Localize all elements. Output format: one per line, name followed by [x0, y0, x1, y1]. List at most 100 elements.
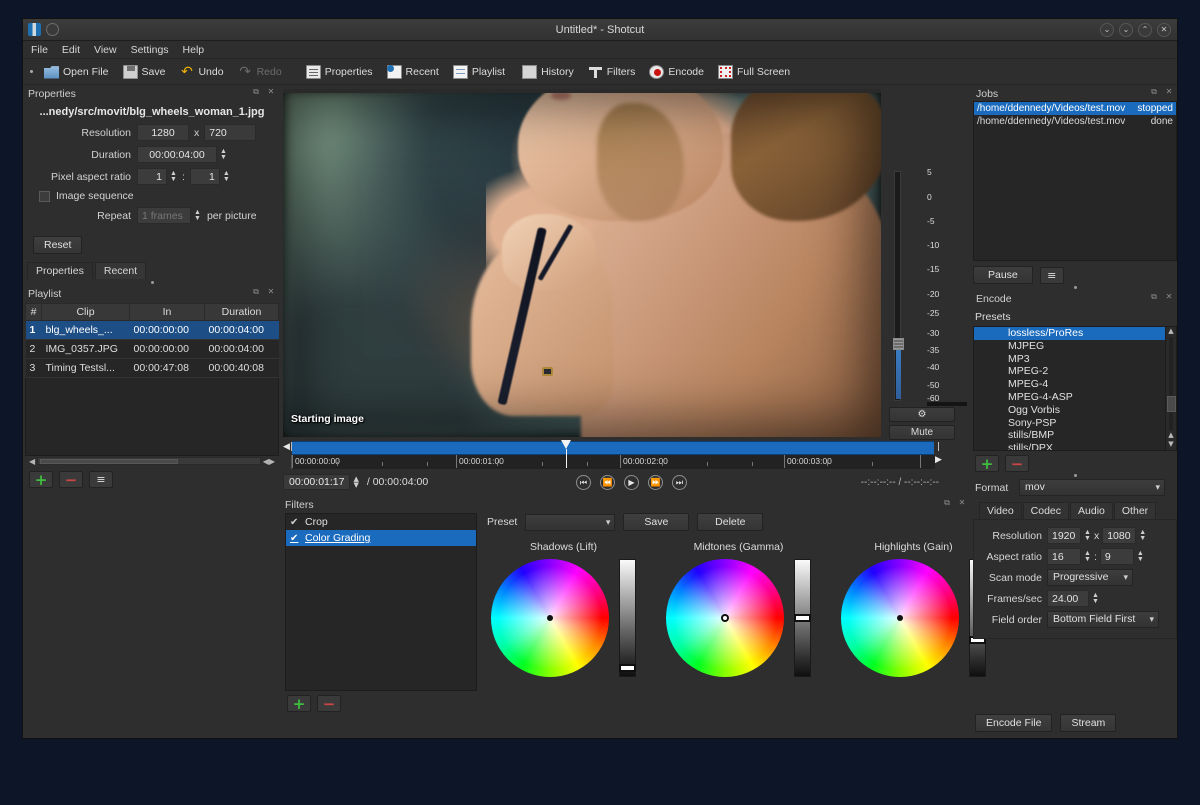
list-item[interactable]: MPEG-2	[974, 365, 1176, 378]
trim-out-handle[interactable]: |▶	[934, 441, 943, 465]
jobs-float-icon[interactable]: ⧉	[1149, 87, 1159, 97]
filters-list[interactable]: ✔ Crop ✔ Color Grading	[285, 513, 477, 691]
presets-scroll-thumb[interactable]	[1167, 395, 1176, 412]
tab-other[interactable]: Other	[1113, 502, 1157, 519]
par-denominator-field[interactable]: 1	[189, 168, 220, 185]
current-position-field[interactable]: 00:00:01:17	[283, 474, 351, 490]
par-denominator-spinner[interactable]: ▲ ▼	[223, 170, 230, 183]
audio-meter-bar[interactable]	[893, 171, 904, 401]
format-select[interactable]: mov	[1019, 479, 1165, 496]
midtones-luma-slider[interactable]	[794, 559, 811, 677]
list-item[interactable]: stills/BMP	[974, 429, 1176, 442]
scroll-up-icon[interactable]: ▲	[1166, 327, 1176, 336]
shadows-luma-thumb[interactable]	[619, 664, 636, 672]
encode-file-button[interactable]: Encode File	[975, 714, 1053, 732]
shadows-color-wheel[interactable]	[491, 559, 609, 677]
menu-view[interactable]: View	[94, 44, 117, 56]
table-row[interactable]: 1 blg_wheels_... 00:00:00:00 00:00:04:00	[25, 320, 279, 340]
list-item[interactable]: /home/ddennedy/Videos/test.mov done	[974, 115, 1176, 128]
list-item[interactable]: Ogg Vorbis	[974, 404, 1176, 417]
playhead[interactable]	[561, 440, 572, 468]
list-item[interactable]: MP3	[974, 353, 1176, 366]
encode-resolution-width-spinner[interactable]: ▲ ▼	[1084, 529, 1091, 542]
par-numerator-field[interactable]: 1	[137, 168, 167, 185]
filter-remove-button[interactable]: −	[317, 695, 341, 712]
toolbar-filters[interactable]: Filters	[582, 63, 642, 81]
scrollbar-thumb[interactable]	[40, 459, 178, 464]
encode-aspect-num-field[interactable]: 16	[1047, 548, 1081, 565]
seek-bar[interactable]: ◀| |▶ 00:00:00:00 00:00:01:00 00:00:02:0…	[283, 440, 943, 469]
encode-fieldorder-select[interactable]: Bottom Field First	[1047, 611, 1159, 628]
list-item[interactable]: Sony-PSP	[974, 417, 1176, 430]
menu-help[interactable]: Help	[183, 44, 205, 56]
midtones-wheel-handle[interactable]	[723, 616, 727, 620]
encode-close-icon[interactable]: ✕	[1164, 292, 1174, 302]
table-row[interactable]: 2 IMG_0357.JPG 00:00:00:00 00:00:04:00	[25, 339, 279, 359]
toolbar-open-file[interactable]: Open File	[38, 63, 115, 81]
trim-in-handle[interactable]: ◀|	[283, 441, 293, 455]
play-button[interactable]: ▶	[624, 474, 639, 490]
list-item[interactable]: MPEG-4-ASP	[974, 391, 1176, 404]
toolbar-playlist[interactable]: Playlist	[447, 63, 511, 81]
encode-resolution-width-field[interactable]: 1920	[1047, 527, 1081, 544]
jobs-menu-button[interactable]: ≡	[1039, 266, 1064, 284]
shadows-wheel-handle[interactable]	[547, 615, 553, 621]
presets-scrollbar[interactable]: ▲ ▲ ▼	[1165, 327, 1176, 450]
properties-reset-button[interactable]: Reset	[33, 236, 83, 254]
resolution-height-field[interactable]: 720	[204, 124, 257, 141]
audio-meter-handle[interactable]	[893, 338, 904, 350]
preset-remove-button[interactable]: −	[1005, 455, 1029, 472]
encode-aspect-den-spinner[interactable]: ▲ ▼	[1137, 550, 1144, 563]
jobs-splitter-grip[interactable]	[1073, 286, 1077, 289]
toolbar-recent[interactable]: Recent	[381, 63, 445, 81]
list-item[interactable]: lossless/ProRes	[974, 327, 1176, 340]
menu-settings[interactable]: Settings	[131, 44, 169, 56]
duration-spinner[interactable]: ▲ ▼	[220, 148, 227, 161]
encode-resolution-height-field[interactable]: 1080	[1102, 527, 1137, 544]
midtones-color-wheel[interactable]	[666, 559, 784, 677]
preset-select[interactable]	[525, 513, 616, 531]
encode-fps-field[interactable]: 24.00	[1047, 590, 1089, 607]
shade-button[interactable]: ⌄	[1100, 23, 1114, 37]
par-numerator-spinner[interactable]: ▲ ▼	[170, 170, 177, 183]
preset-delete-button[interactable]: Delete	[697, 513, 764, 531]
scroll-left-icon[interactable]: ◀	[27, 457, 37, 466]
jobs-close-icon[interactable]: ✕	[1164, 87, 1174, 97]
properties-float-icon[interactable]: ⧉	[251, 87, 261, 97]
tab-recent[interactable]: Recent	[94, 262, 147, 279]
filters-close-icon[interactable]: ✕	[957, 498, 967, 508]
playlist-col-duration[interactable]: Duration	[204, 303, 279, 321]
list-item[interactable]: MPEG-4	[974, 378, 1176, 391]
close-button[interactable]: ✕	[1157, 23, 1171, 37]
toolbar-fullscreen[interactable]: Full Screen	[712, 63, 796, 81]
playlist-col-num[interactable]: #	[25, 303, 42, 321]
encode-resolution-height-spinner[interactable]: ▲ ▼	[1139, 529, 1146, 542]
audio-meter-settings-button[interactable]: ⚙	[889, 407, 955, 422]
filters-float-icon[interactable]: ⧉	[942, 498, 952, 508]
filter-color-grading-checkbox[interactable]: ✔	[290, 533, 300, 544]
encode-aspect-num-spinner[interactable]: ▲ ▼	[1084, 550, 1091, 563]
toolbar-encode[interactable]: Encode	[643, 63, 710, 81]
filter-add-button[interactable]: +	[287, 695, 311, 712]
highlights-wheel-handle[interactable]	[897, 615, 903, 621]
list-item[interactable]: /home/ddennedy/Videos/test.mov stopped	[974, 102, 1176, 115]
table-row[interactable]: 3 Timing Testsl... 00:00:47:08 00:00:40:…	[25, 358, 279, 378]
window-menu-icon[interactable]	[46, 23, 59, 36]
encode-fps-spinner[interactable]: ▲ ▼	[1092, 592, 1099, 605]
video-preview[interactable]: Starting image	[283, 89, 881, 437]
list-item[interactable]: stills/DPX	[974, 442, 1176, 450]
toolbar-history[interactable]: History	[513, 63, 580, 81]
list-item[interactable]: ✔ Color Grading	[286, 530, 476, 546]
skip-previous-button[interactable]: ⏮	[576, 474, 591, 490]
fast-forward-button[interactable]: ⏩	[648, 474, 663, 490]
toolbar-undo[interactable]: ↶ Undo	[173, 63, 229, 81]
playlist-close-icon[interactable]: ✕	[266, 287, 276, 297]
menu-file[interactable]: File	[31, 44, 48, 56]
audio-mute-button[interactable]: Mute	[889, 425, 955, 440]
playlist-remove-button[interactable]: −	[59, 471, 83, 488]
playlist-float-icon[interactable]: ⧉	[251, 287, 261, 297]
playlist-col-clip[interactable]: Clip	[41, 303, 130, 321]
playlist-col-in[interactable]: In	[129, 303, 205, 321]
playlist-menu-button[interactable]: ≡	[89, 471, 113, 488]
minimize-button[interactable]: ⌄	[1119, 23, 1133, 37]
